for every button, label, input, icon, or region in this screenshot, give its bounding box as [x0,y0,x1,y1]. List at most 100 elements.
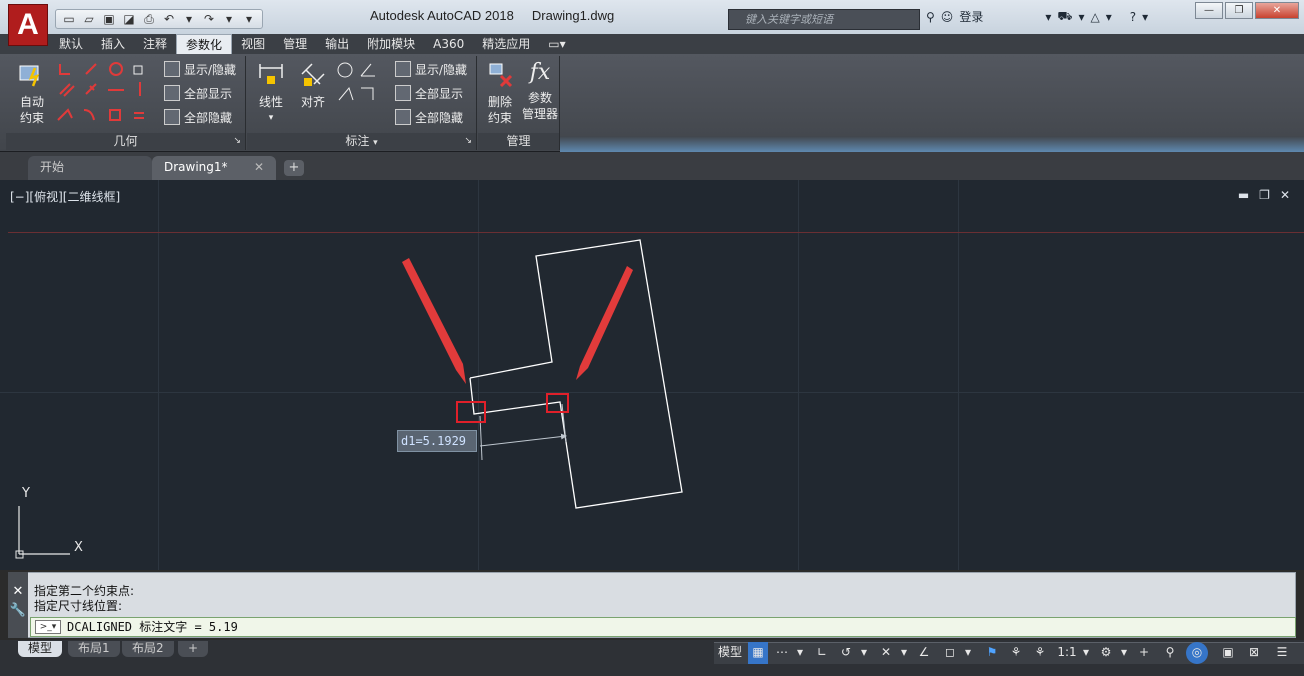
object-snap-icon[interactable]: ◻ [940,642,960,664]
smooth-icon[interactable] [83,109,95,121]
object-snap-dropdown-icon[interactable]: ▾ [962,642,974,664]
layout-tab-1[interactable]: 布局1 [68,641,120,657]
help-icon[interactable]: ? [1130,10,1136,24]
close-command-icon[interactable]: ✕ [8,584,28,599]
undo-dropdown-icon[interactable]: ▾ [182,12,196,26]
coincident-icon[interactable] [59,64,70,75]
layout-tab-model[interactable]: 模型 [18,641,63,657]
ribbon-tab[interactable]: 视图 [232,34,274,54]
ribbon-tab[interactable]: 管理 [274,34,316,54]
maximize-button[interactable]: ❐ [1225,2,1253,19]
user-icon[interactable]: ☺ [941,10,954,24]
scale-dropdown-icon[interactable]: ▾ [1080,642,1092,664]
panel-launcher-icon[interactable]: ↘ [464,133,472,150]
close-button[interactable]: ✕ [1255,2,1299,19]
isodraft-dropdown-icon[interactable]: ▾ [898,642,910,664]
ribbon-tab[interactable]: 默认 [50,34,92,54]
panel-launcher-icon[interactable]: ↘ [233,133,241,150]
a360-icon[interactable]: △ [1091,10,1100,24]
scale-selector[interactable]: 1:1 [1054,642,1080,664]
new-file-icon[interactable]: ▭ [62,12,76,26]
isolate-objects-icon[interactable]: ⊠ [1244,642,1264,664]
geo-show-all-button[interactable]: 全部显示 [164,82,232,104]
dim-hide-all-button[interactable]: 全部隐藏 [395,106,463,128]
dimension-value-tooltip[interactable]: d1=5.1929 [397,430,477,452]
tangent-icon[interactable] [57,108,73,121]
binoculars-icon[interactable]: ⚲ [926,10,935,24]
grid-toggle-icon[interactable]: ▦ [748,642,768,664]
help-dropdown-icon[interactable]: ▾ [1142,10,1148,24]
ribbon-tab[interactable]: 插入 [92,34,134,54]
close-tab-icon[interactable]: ✕ [254,156,264,178]
add-layout-button[interactable]: + [178,641,209,657]
diameter-icon[interactable] [338,86,354,101]
print-icon[interactable]: ⎙ [142,12,156,26]
auto-constrain-button[interactable]: 自动 约束 [12,60,52,126]
geo-show-hide-button[interactable]: 显示/隐藏 [164,58,236,80]
fix-icon[interactable] [133,65,143,75]
auto-scale-icon[interactable]: ⚘ [1006,642,1026,664]
workspace-dropdown-icon[interactable]: ▾ [1118,642,1130,664]
ribbon-tab[interactable]: 输出 [316,34,358,54]
units-icon[interactable]: ⚲ [1160,642,1180,664]
equal-icon[interactable] [134,112,144,119]
collinear-icon[interactable] [85,63,97,75]
parameters-manager-button[interactable]: fx 参数 管理器 [520,60,560,122]
annotation-visibility-icon[interactable]: ⚑ [982,642,1002,664]
drawing-canvas[interactable]: [−][俯视][二维线框] ▬ ❐ ✕ Y X d1=5.1929 [0,180,1304,570]
delete-constraints-button[interactable]: 删除 约束 [482,60,518,126]
snap-toggle-icon[interactable]: ⋯ [772,642,792,664]
cart-icon[interactable]: ⛟ [1057,9,1072,25]
undo-icon[interactable]: ↶ [162,12,176,26]
workspace-gear-icon[interactable]: ⚙ [1096,642,1116,664]
annotation-monitor-icon[interactable]: + [1134,642,1154,664]
a360-dropdown-icon[interactable]: ▾ [1106,10,1112,24]
dimensional-panel-title[interactable]: 标注 ▾ ↘ [247,133,476,150]
tab-start[interactable]: 开始 [28,156,152,180]
login-button[interactable]: 登录 [959,8,983,25]
hardware-acceleration-icon[interactable]: ◎ [1186,642,1208,664]
polyline-shape[interactable] [469,239,683,509]
perpendicular-icon[interactable] [85,83,97,95]
login-dropdown-icon[interactable]: ▾ [1045,10,1051,24]
parallel-icon[interactable] [59,83,75,97]
wrench-icon[interactable]: 🔧 [8,603,28,618]
radius-icon[interactable] [337,62,353,78]
cart-dropdown-icon[interactable]: ▾ [1078,10,1084,24]
customization-menu-icon[interactable]: ☰ [1270,642,1294,664]
isodraft-icon[interactable]: ✕ [876,642,896,664]
ribbon-tab[interactable]: 参数化 [176,34,233,54]
dimension-line[interactable] [479,433,567,447]
linear-dropdown-icon[interactable]: ▾ [253,110,289,126]
polar-tracking-icon[interactable]: ↺ [836,642,856,664]
ribbon-options-icon[interactable]: ▭▾ [539,34,574,54]
infer-constraints-icon[interactable]: ∟ [812,642,832,664]
ribbon-tab[interactable]: A360 [424,34,473,54]
aligned-button[interactable]: 对齐 [295,60,331,110]
application-menu-button[interactable]: A [8,4,48,46]
panel-dropdown-icon[interactable]: ▾ [373,138,378,148]
tab-drawing1[interactable]: Drawing1* ✕ [152,156,276,180]
polar-dropdown-icon[interactable]: ▾ [858,642,870,664]
open-file-icon[interactable]: ▱ [82,12,96,26]
geo-hide-all-button[interactable]: 全部隐藏 [164,106,232,128]
model-space-button[interactable]: 模型 [716,642,744,664]
save-as-icon[interactable]: ◪ [122,12,136,26]
layout-tab-2[interactable]: 布局2 [122,641,174,657]
dim-show-all-button[interactable]: 全部显示 [395,82,463,104]
dim-show-hide-button[interactable]: 显示/隐藏 [395,58,467,80]
command-input[interactable]: DCALIGNED 标注文字 = 5.19 [30,617,1296,637]
object-snap-tracking-icon[interactable]: ∠ [914,642,934,664]
save-icon[interactable]: ▣ [102,12,116,26]
snap-dropdown-icon[interactable]: ▾ [794,642,806,664]
command-prompt-icon[interactable]: >_▾ [35,620,61,634]
manage-panel-title[interactable]: 管理 [478,133,559,150]
minimize-button[interactable]: — [1195,2,1223,19]
qat-customize-icon[interactable]: ▾ [242,12,256,26]
ribbon-tab[interactable]: 注释 [134,34,176,54]
ribbon-tab[interactable]: 附加模块 [358,34,424,54]
search-input[interactable]: 键入关键字或短语 [728,9,920,30]
geometry-panel-title[interactable]: 几何 ↘ [6,133,245,150]
convert-icon[interactable] [361,87,374,100]
ribbon-tab[interactable]: 精选应用 [473,34,539,54]
